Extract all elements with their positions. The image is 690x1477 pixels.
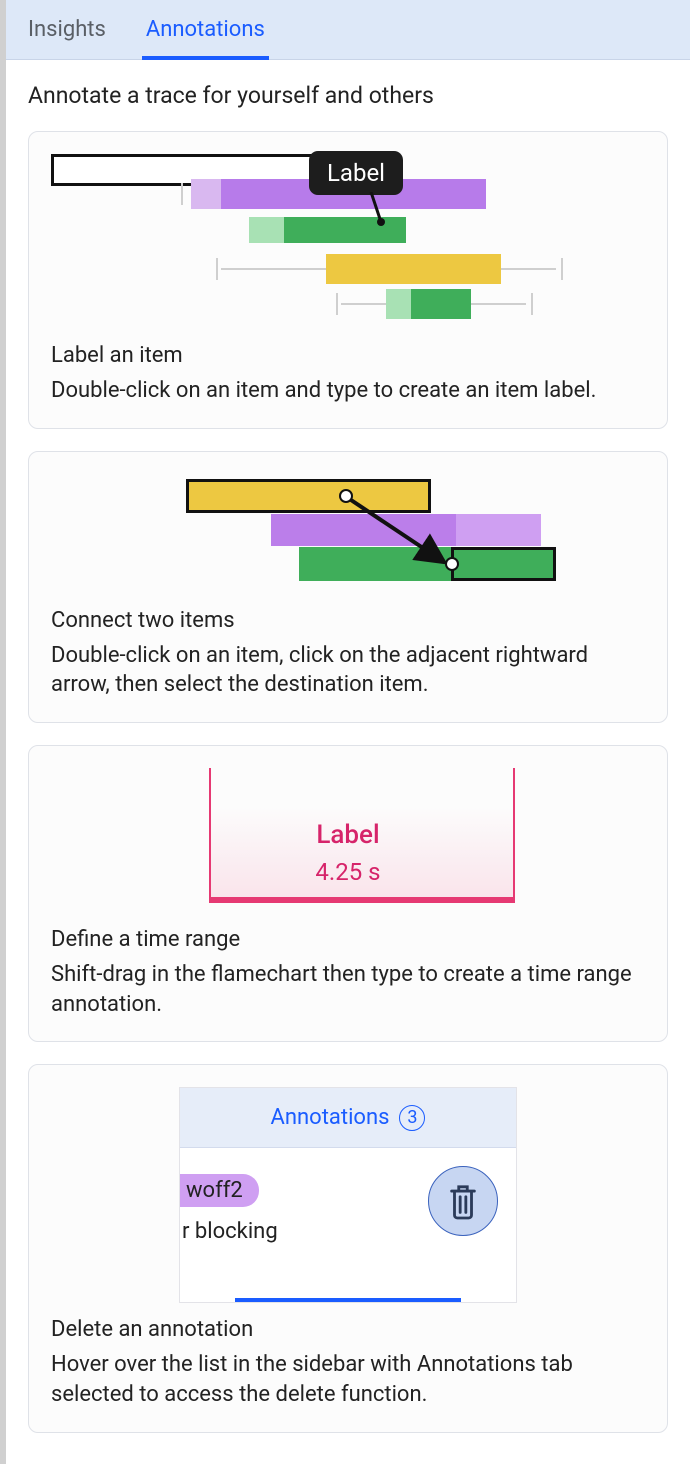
connector-node-icon: [445, 557, 459, 571]
card-title: Delete an annotation: [51, 1317, 645, 1342]
flame-bar: [191, 179, 221, 209]
card-body: Double-click on an item, click on the ad…: [51, 641, 645, 700]
label-tooltip: Label: [309, 151, 403, 195]
count-badge: 3: [399, 1105, 425, 1131]
handle-icon: [526, 289, 538, 319]
flame-bar: [411, 289, 471, 319]
illustration-time-range: Label 4.25 s: [51, 768, 645, 913]
annotation-pill[interactable]: woff2: [180, 1174, 259, 1207]
card-label-item: Label Label an item Double-click on an i…: [28, 131, 668, 429]
tab-insights[interactable]: Insights: [28, 0, 106, 60]
pointer-line-icon: [351, 192, 411, 227]
card-connect-items: Connect two items Double-click on an ite…: [28, 451, 668, 723]
handle-icon: [176, 179, 188, 209]
arrow-icon: [341, 492, 461, 570]
tab-annotations[interactable]: Annotations: [146, 0, 265, 60]
flame-bar: [456, 514, 541, 546]
delete-button[interactable]: [428, 1166, 498, 1236]
flame-bar: [386, 289, 411, 319]
card-body: Hover over the list in the sidebar with …: [51, 1350, 645, 1409]
flame-bar: [249, 217, 284, 243]
tab-underline: [235, 1298, 461, 1302]
card-title: Connect two items: [51, 608, 645, 633]
card-title: Define a time range: [51, 927, 645, 952]
illustration-delete: Annotations 3 woff2 r blocking: [51, 1087, 645, 1303]
content: Annotate a trace for yourself and others…: [6, 60, 690, 1477]
card-body: Double-click on an item and type to crea…: [51, 376, 645, 406]
guide-line: [341, 303, 386, 305]
guide-line: [501, 268, 556, 270]
card-delete-annotation: Annotations 3 woff2 r blocking Delete an…: [28, 1064, 668, 1432]
time-range-duration: 4.25 s: [51, 858, 645, 886]
handle-icon: [556, 254, 568, 284]
tabbar: Insights Annotations: [6, 0, 690, 60]
card-time-range: Label 4.25 s Define a time range Shift-d…: [28, 745, 668, 1042]
trash-icon: [446, 1181, 480, 1221]
guide-line: [471, 303, 526, 305]
illustration-connect: [51, 474, 645, 594]
page-title: Annotate a trace for yourself and others: [28, 82, 668, 109]
connector-node-icon: [339, 489, 353, 503]
illustration-label-item: Label: [51, 154, 645, 329]
card-body: Shift-drag in the flamechart then type t…: [51, 960, 645, 1019]
time-range-label: Label: [51, 820, 645, 850]
flame-bar: [451, 547, 556, 581]
annotations-panel: Annotations 3 woff2 r blocking: [179, 1087, 517, 1303]
panel-tabbar: Annotations 3: [180, 1088, 516, 1148]
guide-line: [221, 268, 326, 270]
panel-tab-annotations[interactable]: Annotations: [271, 1105, 390, 1130]
panel-body: woff2 r blocking: [180, 1148, 516, 1244]
card-title: Label an item: [51, 343, 645, 368]
flame-bar: [326, 254, 501, 284]
